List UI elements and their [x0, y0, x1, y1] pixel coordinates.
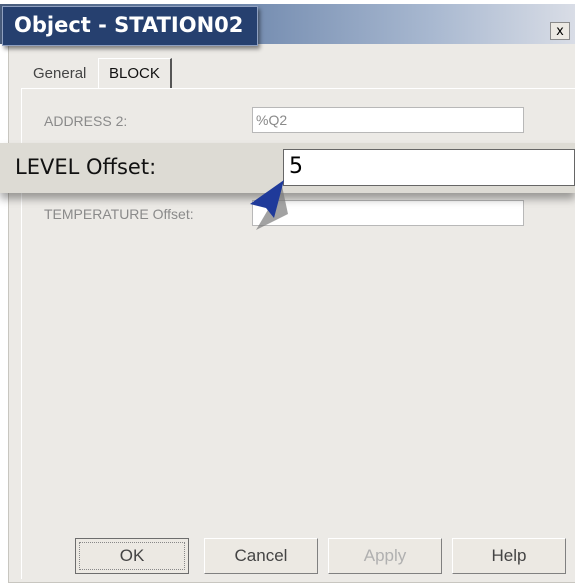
tab-block[interactable]: BLOCK [98, 58, 172, 89]
level-offset-field[interactable]: 5 [283, 149, 575, 186]
temperature-offset-label: TEMPERATURE Offset: [44, 206, 194, 222]
title-box: Object - STATION02 [2, 6, 258, 46]
tab-general[interactable]: General [33, 65, 86, 82]
address2-label: ADDRESS 2: [44, 113, 128, 129]
apply-button[interactable]: Apply [328, 538, 442, 574]
ok-button[interactable]: OK [75, 538, 189, 574]
level-offset-label: LEVEL Offset: [15, 155, 157, 179]
title-bar[interactable]: Object - STATION02 x [0, 4, 575, 46]
window-title: Object - STATION02 [14, 13, 244, 37]
address2-field[interactable]: %Q2 [252, 107, 524, 133]
close-button[interactable]: x [550, 22, 570, 40]
cancel-button[interactable]: Cancel [204, 538, 318, 574]
help-button[interactable]: Help [452, 538, 566, 574]
arrow-pointer-icon [250, 180, 288, 230]
